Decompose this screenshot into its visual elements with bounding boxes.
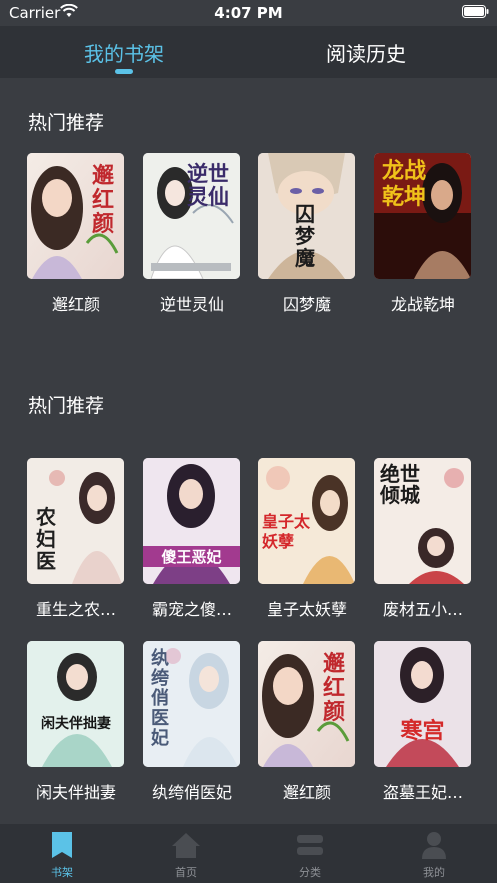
status-bar: Carrier 4:07 PM [0,0,497,26]
clock: 4:07 PM [214,4,283,22]
book-card[interactable]: 邂红颜 邂红颜 [258,641,355,803]
book-card[interactable]: 绝世倾城 废材五小… [374,458,471,620]
nav-profile[interactable]: 我的 [394,830,474,880]
nav-bookshelf[interactable]: 书架 [22,830,102,880]
book-card[interactable]: 傻王恶妃 霸宠之傻… [143,458,240,620]
section-title-hot-1: 热门推荐 [28,112,105,134]
book-card[interactable]: 龙战乾坤 龙战乾坤 [374,153,471,315]
book-cover[interactable]: 邂红颜 [258,641,355,767]
book-title: 重生之农… [35,600,116,619]
book-cover[interactable]: 邂红颜 [27,153,124,279]
home-icon [172,833,200,858]
book-title: 逆世灵仙 [159,295,224,314]
tab-reading-history[interactable]: 阅读历史 [286,38,446,67]
nav-label: 首页 [175,866,197,879]
bottom-tab-bar: 书架 首页 分类 我的 [0,824,497,883]
section-title-hot-2: 热门推荐 [28,395,105,417]
cover-title-text: 闲夫伴拙妻 [41,716,111,732]
battery-icon [462,5,489,18]
cover-title-text: 皇子太妖孽 [262,512,311,551]
cover-title-text: 纨绔俏医妃 [151,648,169,749]
book-cover[interactable]: 纨绔俏医妃 [143,641,240,767]
cover-title-text: 邂红颜 [322,652,345,725]
cover-title-text: 绝世倾城 [380,462,420,507]
book-title: 邂红颜 [51,295,100,314]
book-cover[interactable]: 逆世灵仙 [143,153,240,279]
book-title: 盗墓王妃… [382,783,463,802]
category-icon [297,835,323,855]
cover-title-text: 傻王恶妃 [143,546,240,567]
book-title: 皇子太妖孽 [266,600,347,619]
nav-label: 书架 [51,866,73,879]
book-card[interactable]: 皇子太妖孽 皇子太妖孽 [258,458,355,620]
book-card[interactable]: 农妇医 重生之农… [27,458,124,620]
book-title: 囚梦魔 [282,295,331,314]
book-cover[interactable]: 绝世倾城 [374,458,471,584]
book-cover[interactable]: 寒宫 [374,641,471,767]
cover-title-text: 囚梦魔 [295,202,315,270]
nav-label: 我的 [423,866,445,879]
top-tab-bar: 我的书架 阅读历史 [0,26,497,78]
book-card[interactable]: 闲夫伴拙妻 闲夫伴拙妻 [27,641,124,803]
tab-my-bookshelf[interactable]: 我的书架 [44,38,204,67]
book-cover[interactable]: 闲夫伴拙妻 [27,641,124,767]
book-cover[interactable]: 皇子太妖孽 [258,458,355,584]
book-cover[interactable]: 囚梦魔 [258,153,355,279]
book-title: 废材五小… [382,600,463,619]
book-card[interactable]: 囚梦魔 囚梦魔 [258,153,355,315]
profile-icon [422,832,446,859]
book-card[interactable]: 逆世灵仙 逆世灵仙 [143,153,240,315]
book-cover[interactable]: 农妇医 [27,458,124,584]
book-cover[interactable]: 傻王恶妃 [143,458,240,584]
cover-title-text: 农妇医 [36,505,56,573]
book-card[interactable]: 邂红颜 邂红颜 [27,153,124,315]
nav-label: 分类 [299,866,321,879]
book-title: 龙战乾坤 [390,295,455,314]
active-tab-indicator [115,69,133,74]
book-card[interactable]: 纨绔俏医妃 纨绔俏医妃 [143,641,240,803]
nav-category[interactable]: 分类 [270,830,350,880]
nav-home[interactable]: 首页 [146,830,226,880]
book-title: 纨绔俏医妃 [151,783,232,802]
book-title: 闲夫伴拙妻 [35,783,116,802]
cover-title-text: 龙战乾坤 [381,159,426,210]
book-title: 霸宠之傻… [151,600,232,619]
book-card[interactable]: 寒宫 盗墓王妃… [374,641,471,803]
bookmark-icon [52,832,72,858]
book-title: 邂红颜 [282,783,331,802]
book-cover[interactable]: 龙战乾坤 [374,153,471,279]
cover-title-text: 逆世灵仙 [187,162,229,209]
cover-title-text: 寒宫 [400,719,445,744]
cover-title-text: 邂红颜 [91,164,114,237]
